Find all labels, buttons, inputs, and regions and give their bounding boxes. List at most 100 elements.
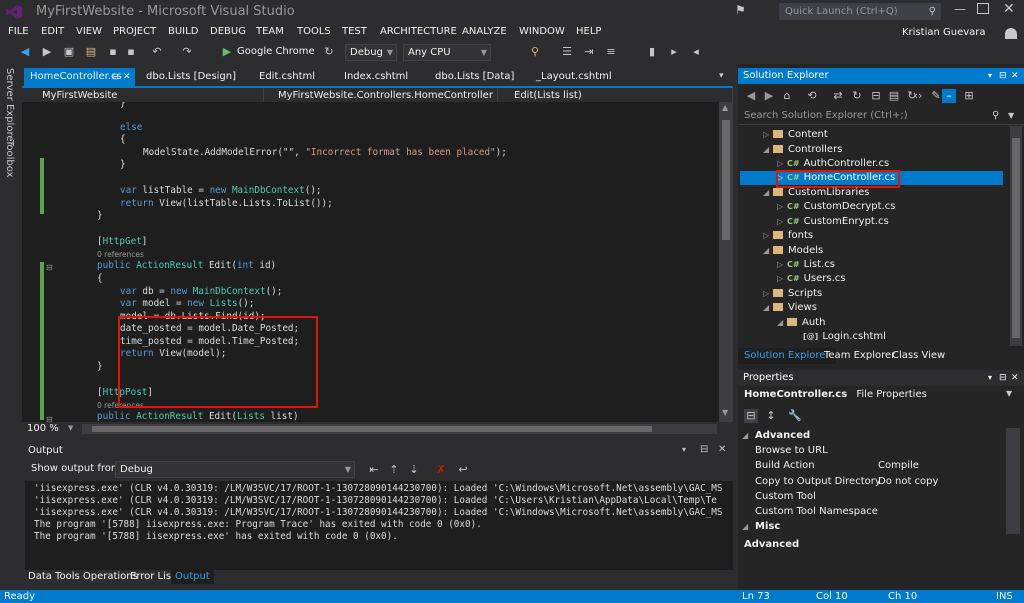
property-pages-icon[interactable]: 🔧 <box>788 409 802 423</box>
preview-icon[interactable]: – <box>942 89 956 103</box>
class-nav-select[interactable]: MyFirstWebsite.Controllers.HomeControlle… <box>264 88 498 103</box>
expand-icon[interactable]: ▷ <box>777 200 787 214</box>
collapse-region-icon[interactable]: ⊟ <box>46 263 53 272</box>
back-icon[interactable]: ◀ <box>18 45 32 59</box>
find-message-icon[interactable]: ⇤ <box>367 463 381 477</box>
zoom-level[interactable]: 100 % <box>27 423 59 434</box>
pin-icon[interactable]: ⊟ <box>700 444 708 455</box>
tree-item-list[interactable]: ▷ C# List.cs <box>777 258 835 272</box>
tree-item-views[interactable]: ◢ Views <box>763 301 817 315</box>
tree-item-users[interactable]: ▷ C# Users.cs <box>777 272 845 286</box>
property-value[interactable]: Compile <box>878 458 919 473</box>
back-icon[interactable]: ◀ <box>744 89 758 103</box>
find-in-files-icon[interactable]: ⚲ <box>528 45 542 59</box>
quick-launch-input[interactable]: Quick Launch (Ctrl+Q) ⚲ <box>779 3 941 20</box>
close-icon[interactable]: ✕ <box>1011 68 1019 84</box>
code-lens-references[interactable]: 0 references <box>97 250 144 259</box>
property-value[interactable]: Do not copy <box>878 474 938 489</box>
pin-icon[interactable]: ⊟ <box>112 68 119 86</box>
property-row[interactable]: Build Action Compile <box>738 458 1004 473</box>
tree-item-customlibraries[interactable]: ◢ CustomLibraries <box>763 186 870 200</box>
collapse-icon[interactable]: ◢ <box>763 244 773 258</box>
alphabetical-icon[interactable]: ↕ <box>764 409 778 423</box>
scroll-thumb[interactable] <box>722 120 730 240</box>
bookmark-icon[interactable]: ▮ <box>645 45 659 59</box>
collapse-icon[interactable]: ◢ <box>763 143 773 157</box>
tab-class-view[interactable]: Class View <box>892 348 945 364</box>
tab-index-cshtml[interactable]: Index.cshtml <box>338 68 408 86</box>
output-source-select[interactable]: Debug ▼ <box>115 461 355 478</box>
start-debugging-icon[interactable]: ▶ <box>220 45 234 59</box>
tree-item-scripts[interactable]: ▷ Scripts <box>763 287 822 301</box>
collapse-icon[interactable]: ◢ <box>763 301 773 315</box>
tab-edit-cshtml[interactable]: Edit.cshtml <box>253 68 315 86</box>
tab-dbo-lists-design[interactable]: dbo.Lists [Design] <box>140 68 236 86</box>
properties-icon[interactable]: ✎ <box>929 89 943 103</box>
menu-edit[interactable]: EDIT <box>41 26 64 37</box>
menu-view[interactable]: VIEW <box>76 26 102 37</box>
tab-dbo-lists-data[interactable]: dbo.Lists [Data] <box>429 68 514 86</box>
code-area[interactable]: ⊟ ⊟ } else { ModelState.AddModelError(""… <box>22 102 733 422</box>
scroll-thumb[interactable] <box>1012 138 1020 338</box>
show-all-files-icon[interactable]: ▤ <box>887 89 901 103</box>
menu-file[interactable]: FILE <box>8 26 29 37</box>
property-row[interactable]: Browse to URL <box>738 443 1004 458</box>
sync-icon[interactable]: ↻ <box>850 89 864 103</box>
tab-error-list[interactable]: Error List <box>130 569 175 584</box>
menu-analyze[interactable]: ANALYZE <box>462 26 507 37</box>
save-icon[interactable]: ▪ <box>106 45 120 59</box>
user-avatar-icon[interactable] <box>1005 28 1017 39</box>
expand-icon[interactable]: ▷ <box>777 272 787 286</box>
tab-data-tools-operations[interactable]: Data Tools Operations <box>28 569 138 584</box>
expand-icon[interactable]: ▷ <box>763 287 773 301</box>
se-vertical-scrollbar[interactable] <box>1010 126 1022 346</box>
minimize-button[interactable]: — <box>952 2 968 16</box>
refresh-icon[interactable]: ↻ <box>322 45 336 59</box>
prev-message-icon[interactable]: ⇡ <box>387 463 401 477</box>
menu-architecture[interactable]: ARCHITECTURE <box>380 26 457 37</box>
open-file-icon[interactable]: ▤ <box>84 45 98 59</box>
expand-icon[interactable]: ▷ <box>777 157 787 171</box>
output-text-area[interactable]: 'iisexpress.exe' (CLR v4.0.30319: /LM/W3… <box>25 481 733 570</box>
notification-flag-icon[interactable]: ⚑ <box>735 3 746 17</box>
window-position-icon[interactable]: ▾ <box>988 370 992 386</box>
user-name[interactable]: Kristian Guevara <box>902 27 986 38</box>
collapse-region-icon[interactable]: ⊟ <box>46 415 53 422</box>
format-icon[interactable]: ☰ <box>560 45 574 59</box>
scroll-down-icon[interactable]: ▼ <box>722 408 728 417</box>
close-button[interactable]: ✕ <box>1003 1 1015 17</box>
clear-all-icon[interactable]: ✗ <box>434 463 448 477</box>
tab-output[interactable]: Output <box>171 569 214 584</box>
forward-icon[interactable]: ▶ <box>762 89 776 103</box>
close-tab-icon[interactable]: ✕ <box>123 68 131 86</box>
project-nav-select[interactable]: MyFirstWebsite <box>28 88 264 103</box>
history-icon[interactable]: ⟲ <box>805 89 819 103</box>
pin-icon[interactable]: ⊟ <box>999 370 1007 386</box>
indent-icon[interactable]: ⇥ <box>582 45 596 59</box>
collapse-icon[interactable]: ◢ <box>742 428 748 443</box>
window-position-icon[interactable]: ▾ <box>988 68 992 84</box>
tab-homecontroller[interactable]: HomeController.cs ⊟ ✕ <box>24 68 135 86</box>
comment-icon[interactable]: ≡ <box>604 45 618 59</box>
tree-item-controllers[interactable]: ◢ Controllers <box>763 143 842 157</box>
menu-window[interactable]: WINDOW <box>519 26 565 37</box>
editor-vertical-scrollbar[interactable]: ▲ ▼ <box>719 102 733 422</box>
platform-select[interactable]: Any CPU ▼ <box>403 44 491 61</box>
menu-team[interactable]: TEAM <box>256 26 284 37</box>
menu-project[interactable]: PROJECT <box>113 26 156 37</box>
tab-overflow-icon[interactable]: ▾ <box>719 71 724 81</box>
prev-bookmark-icon[interactable]: ◂ <box>689 45 703 59</box>
scroll-thumb[interactable] <box>92 426 652 432</box>
tab-team-explorer[interactable]: Team Explorer <box>824 348 895 364</box>
menu-debug[interactable]: DEBUG <box>210 26 246 37</box>
maximize-button[interactable] <box>977 3 989 14</box>
toolbox-tab[interactable]: Toolbox <box>4 140 15 178</box>
menu-build[interactable]: BUILD <box>168 26 198 37</box>
tab-solution-explorer[interactable]: Solution Explorer <box>738 348 836 364</box>
property-row[interactable]: Custom Tool Namespace <box>738 504 1004 519</box>
properties-scrollbar[interactable] <box>1006 428 1020 534</box>
next-message-icon[interactable]: ⇣ <box>407 463 421 477</box>
collapse-icon[interactable]: ◢ <box>742 519 748 534</box>
forward-icon[interactable]: ▶ <box>40 45 54 59</box>
server-explorer-tab[interactable]: Server Explorer <box>4 68 15 146</box>
